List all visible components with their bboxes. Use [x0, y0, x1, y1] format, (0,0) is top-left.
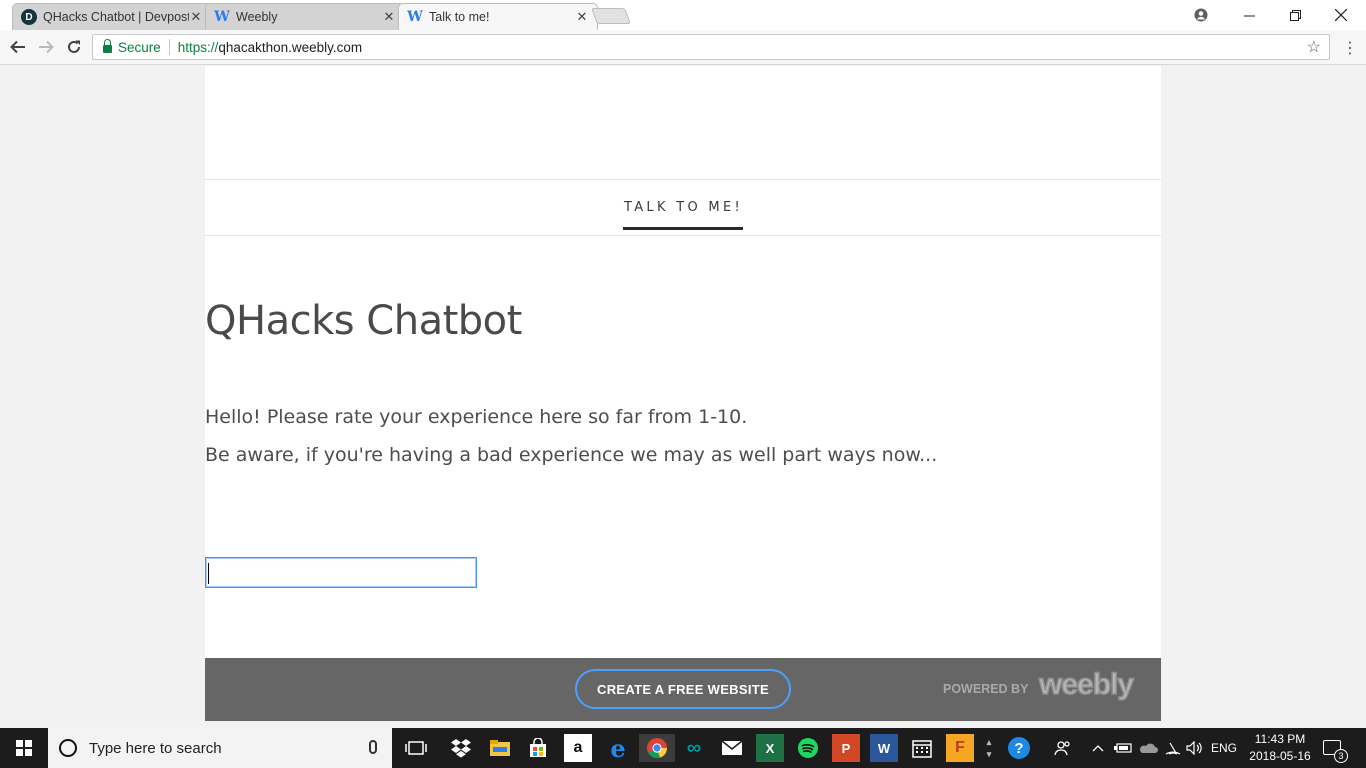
devpost-icon: D — [21, 9, 37, 25]
start-button[interactable] — [0, 728, 48, 768]
address-bar[interactable]: Secure https://qhacakthon.weebly.com ☆ — [92, 34, 1330, 60]
microphone-icon[interactable] — [369, 740, 377, 754]
taskbar-search[interactable]: Type here to search — [48, 728, 392, 768]
dropbox-icon[interactable] — [447, 734, 475, 762]
nav-link-talk-to-me[interactable]: TALK TO ME! — [623, 200, 743, 230]
taskbar-scroll-icon[interactable]: ▴ ▾ — [984, 734, 994, 762]
site-nav: TALK TO ME! — [205, 180, 1161, 236]
site-header — [205, 66, 1161, 180]
onedrive-icon[interactable] — [1138, 728, 1158, 768]
security-label: Secure — [118, 39, 161, 55]
cortana-icon — [59, 739, 77, 757]
forward-button[interactable] — [34, 36, 58, 58]
search-placeholder: Type here to search — [89, 739, 222, 757]
store-icon[interactable] — [524, 734, 552, 762]
battery-icon[interactable] — [1114, 728, 1132, 768]
weebly-logo[interactable]: weebly — [1038, 667, 1135, 702]
weebly-footer: CREATE A FREE WEBSITE POWERED BY weebly — [205, 658, 1161, 721]
close-tab-icon[interactable]: ✕ — [575, 9, 589, 25]
amazon-icon[interactable]: a — [564, 734, 592, 762]
powerpoint-icon[interactable]: P — [832, 734, 860, 762]
page-title: QHacks Chatbot — [205, 298, 522, 344]
restore-button[interactable] — [1272, 0, 1318, 30]
browser-tabstrip: D QHacks Chatbot | Devpost ✕ W Weebly ✕ … — [0, 0, 1366, 30]
text-cursor — [208, 563, 209, 584]
arduino-icon[interactable]: ∞ — [680, 734, 708, 762]
url-host: qhacakthon.weebly.com — [218, 39, 363, 55]
notification-count-badge: 3 — [1334, 749, 1348, 763]
close-tab-icon[interactable]: ✕ — [382, 9, 396, 25]
close-tab-icon[interactable]: ✕ — [189, 9, 203, 25]
browser-toolbar: Secure https://qhacakthon.weebly.com ☆ ⋮ — [0, 30, 1366, 65]
windows-icon — [16, 740, 32, 756]
tab-weebly[interactable]: W Weebly ✕ — [205, 3, 405, 30]
minimize-button[interactable] — [1226, 0, 1272, 30]
excel-icon[interactable]: X — [756, 734, 784, 762]
warning-text: Be aware, if you're having a bad experie… — [205, 444, 938, 466]
task-view-icon[interactable] — [402, 734, 430, 762]
create-website-button[interactable]: CREATE A FREE WEBSITE — [575, 669, 791, 709]
clock-date: 2018-05-16 — [1249, 749, 1311, 763]
url-scheme: https:// — [177, 39, 219, 55]
reload-button[interactable] — [62, 36, 86, 58]
edge-icon[interactable]: e — [604, 734, 632, 763]
rating-input[interactable] — [205, 557, 477, 588]
bookmark-star-icon[interactable]: ☆ — [1307, 37, 1321, 57]
mail-icon[interactable] — [718, 734, 746, 762]
profile-icon[interactable] — [1178, 0, 1224, 30]
wifi-icon[interactable] — [1164, 728, 1182, 768]
main-content: QHacks Chatbot Hello! Please rate your e… — [205, 298, 1161, 465]
close-window-button[interactable] — [1318, 0, 1364, 30]
svg-text:?: ? — [1014, 740, 1023, 757]
calendar-icon[interactable] — [908, 734, 936, 762]
lock-icon — [103, 39, 112, 53]
windows-taskbar: Type here to search a e ∞ X P W F ▴▾ ? — [0, 728, 1366, 768]
weebly-icon: W — [214, 9, 230, 25]
new-tab-button[interactable] — [591, 8, 631, 24]
powered-by-label: POWERED BY — [943, 682, 1029, 696]
chrome-icon[interactable] — [639, 734, 675, 762]
tab-devpost[interactable]: D QHacks Chatbot | Devpost ✕ — [12, 3, 212, 30]
people-icon[interactable] — [1054, 728, 1072, 768]
file-explorer-icon[interactable] — [486, 734, 514, 762]
fusion-icon[interactable]: F — [946, 734, 974, 762]
show-hidden-icons[interactable] — [1092, 728, 1104, 768]
help-icon[interactable]: ? — [1005, 734, 1033, 762]
volume-icon[interactable] — [1186, 728, 1204, 768]
language-indicator[interactable]: ENG — [1211, 728, 1237, 768]
tab-title: Weebly — [236, 10, 278, 24]
tab-title: QHacks Chatbot | Devpost — [43, 10, 189, 24]
clock-time: 11:43 PM — [1254, 732, 1306, 746]
divider — [168, 39, 170, 55]
spotify-icon[interactable] — [794, 734, 822, 762]
word-icon[interactable]: W — [870, 734, 898, 762]
site-page: TALK TO ME! QHacks Chatbot Hello! Please… — [205, 66, 1161, 721]
back-button[interactable] — [6, 36, 30, 58]
tab-talk-to-me[interactable]: W Talk to me! ✕ — [398, 3, 598, 30]
weebly-icon: W — [407, 9, 423, 25]
intro-text: Hello! Please rate your experience here … — [205, 406, 748, 428]
tab-title: Talk to me! — [429, 10, 490, 24]
browser-menu-icon[interactable]: ⋮ — [1340, 36, 1360, 58]
clock[interactable]: 11:43 PM 2018-05-16 — [1240, 731, 1320, 765]
